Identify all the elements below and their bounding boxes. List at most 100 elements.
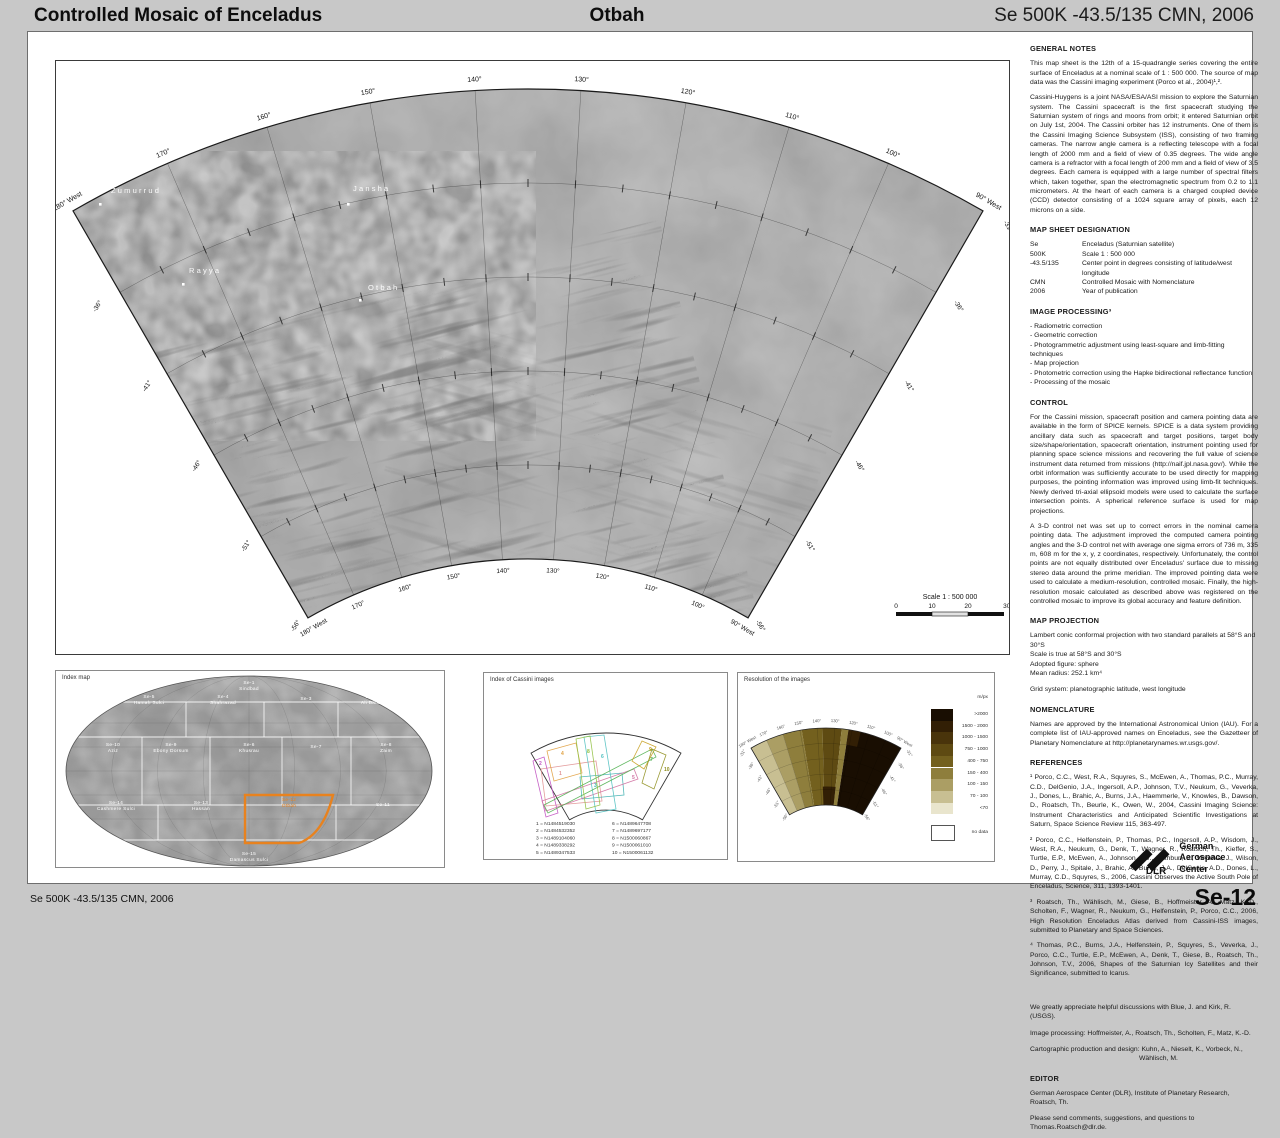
designation-term: 500K (1030, 250, 1082, 259)
footprint-number: 8 (587, 749, 590, 755)
reference-4: ⁴ Thomas, P.C., Burns, J.A., Helfenstein… (1030, 941, 1258, 979)
quad-label-se-1: Se-1 (243, 680, 254, 686)
latitude-label: -31° (1002, 219, 1009, 234)
processing-item: - Map projection (1030, 359, 1258, 368)
quad-name-se-8: Zaim (380, 748, 392, 754)
processing-item: - Geometric correction (1030, 331, 1258, 340)
designation-def: Scale 1 : 500 000 (1082, 250, 1258, 259)
resolution-panel: 180° West170°160°150°140°130°120°110°100… (737, 672, 995, 862)
image-id-entry: 3 = N1489104060 (536, 835, 575, 841)
designation-def: Year of publication (1082, 287, 1258, 296)
acknowledgments: We greatly appreciate helpful discussion… (1030, 1003, 1258, 1064)
quad-label-se-7: Se-7 (310, 744, 321, 750)
quad-label-se-10: Se-10 (106, 742, 120, 748)
designation-def: Center point in degrees consisting of la… (1082, 259, 1258, 278)
legend-range-label: 150 - 400 (967, 771, 988, 776)
legend-range-label: <70 (980, 806, 988, 811)
designation-term: Se (1030, 240, 1082, 249)
cassini-image-index: 123456789101 = N14845190302 = N148453235… (484, 673, 727, 859)
designation-def: Enceladus (Saturnian satellite) (1082, 240, 1258, 249)
footer-designation: Se 500K -43.5/135 CMN, 2006 (30, 893, 174, 905)
quad-label-se-6: Se-6 (243, 742, 254, 748)
general-notes-p1: This map sheet is the 12th of a 15-quadr… (1030, 59, 1258, 87)
designation-row: 2006Year of publication (1030, 287, 1258, 296)
editor-p2: Please send comments, suggestions, and q… (1030, 1114, 1258, 1133)
quad-label-se-9: Se-9 (165, 742, 176, 748)
processing-item: - Processing of the mosaic (1030, 378, 1258, 387)
sheet-designation-code: Se 500K -43.5/135 CMN, 2006 (994, 5, 1254, 27)
legend-range-label: 750 - 1000 (965, 747, 988, 752)
main-map-plate: 180° West180° West170°170°160°160°150°15… (55, 60, 1010, 655)
legend-range-label: 100 - 150 (967, 782, 988, 787)
quad-label-se-5: Se-5 (143, 694, 154, 700)
reference-1: ¹ Porco, C.C., West, R.A., Squyres, S., … (1030, 773, 1258, 829)
quad-name-se-1: Sindbad (239, 686, 259, 692)
legend-no-data-swatch (931, 825, 955, 841)
index-map-panel: Se-1Sindbad Se-5Hamah Sulci Se-4Shahrazad S… (55, 670, 445, 868)
longitude-label-top: 160° (256, 111, 272, 123)
longitude-label-top: 120° (680, 87, 696, 97)
general-notes-p2: Cassini-Huygens is a joint NASA/ESA/ASI … (1030, 93, 1258, 215)
quad-name-se-10: Aziz (108, 748, 119, 754)
cassini-index-title: Index of Cassini images (490, 677, 554, 683)
processing-item: - Photogrammetric adjustment using least… (1030, 341, 1258, 360)
quad-label-se-2: Se-2 (365, 694, 376, 700)
image-id-entry: 7 = N1489697177 (612, 828, 651, 834)
image-id-entry: 2 = N1484532352 (536, 828, 575, 834)
legend-swatch (931, 721, 953, 733)
legend-range-label: 1000 - 1500 (962, 735, 988, 740)
quad-name-se-4: Shahrazad (210, 700, 236, 706)
feature-marker (359, 299, 362, 302)
editor-heading: EDITOR (1030, 1074, 1258, 1084)
quad-name-se-12: Otbah (282, 803, 297, 809)
feature-label-zumurrud: Zumurrud (111, 186, 161, 195)
designation-heading: MAP SHEET DESIGNATION (1030, 225, 1258, 235)
longitude-label-bottom: 90° West (729, 617, 756, 637)
editor-p1: German Aerospace Center (DLR), Institute… (1030, 1089, 1258, 1108)
longitude-label-bottom: 160° (397, 582, 413, 594)
legend-range-label: 70 - 100 (970, 794, 988, 799)
image-id-entry: 8 = N1500060867 (612, 835, 651, 841)
image-id-entry: 5 = N1489347533 (536, 850, 575, 856)
references-heading: REFERENCES (1030, 758, 1258, 768)
latitude-label: -56° (754, 618, 767, 633)
dlr-logo-name: German Aerospace Center (1179, 841, 1252, 875)
scale-tick: 20 (964, 603, 972, 610)
image-id-entry: 1 = N1484519030 (536, 821, 575, 827)
quad-label-se-13: Se-13 (194, 800, 208, 806)
quad-name-se-13: Hassan (192, 806, 210, 812)
legend-unit-label: m/px (977, 695, 988, 700)
projection-line: Scale is true at 58°S and 30°S (1030, 650, 1258, 659)
latitude-label: -46° (190, 458, 203, 473)
designation-def: Controlled Mosaic with Nomenclature (1082, 278, 1258, 287)
projection-line: Adopted figure: sphere (1030, 660, 1258, 669)
longitude-label-top: 100° (885, 147, 902, 160)
quad-name-se-5: Hamah Sulci (134, 700, 165, 706)
processing-heading: IMAGE PROCESSING³ (1030, 307, 1258, 317)
control-p2: A 3-D control net was set up to correct … (1030, 522, 1258, 606)
longitude-label-top: 150° (360, 87, 376, 97)
quad-label-se-15: Se-15 (242, 851, 256, 857)
image-id-entry: 9 = N1500061010 (612, 843, 651, 849)
footprint-number: 1 (559, 771, 562, 777)
marginal-notes-column: GENERAL NOTES This map sheet is the 12th… (1030, 44, 1258, 1138)
image-id-entry: 4 = N1489338292 (536, 843, 575, 849)
quad-label-se-4: Se-4 (217, 694, 228, 700)
nomenclature-heading: NOMENCLATURE (1030, 705, 1258, 715)
designation-row: 500KScale 1 : 500 000 (1030, 250, 1258, 259)
feature-label-rayya: Rayya (189, 266, 221, 275)
nomenclature-p1: Names are approved by the International … (1030, 720, 1258, 748)
quad-label-se-8: Se-8 (380, 742, 391, 748)
ack-cartography: Cartographic production and design: Kuhn… (1030, 1045, 1258, 1064)
designation-row: -43.5/135Center point in degrees consist… (1030, 259, 1258, 278)
main-map: 180° West180° West170°170°160°160°150°15… (56, 61, 1009, 654)
scale-tick: 30 km (1003, 603, 1009, 610)
control-p1: For the Cassini mission, spacecraft posi… (1030, 413, 1258, 516)
latitude-label: -46° (853, 459, 866, 474)
ack-discussions: We greatly appreciate helpful discussion… (1030, 1003, 1258, 1022)
quad-label-se-3: Se-3 (300, 696, 311, 702)
quad-name-se-15: Damascus Sulci (230, 857, 269, 863)
footprint-number: 5 (632, 775, 635, 781)
projection-grid-line: Grid system: planetographic latitude, we… (1030, 685, 1258, 694)
legend-range-label: >2000 (974, 712, 988, 717)
